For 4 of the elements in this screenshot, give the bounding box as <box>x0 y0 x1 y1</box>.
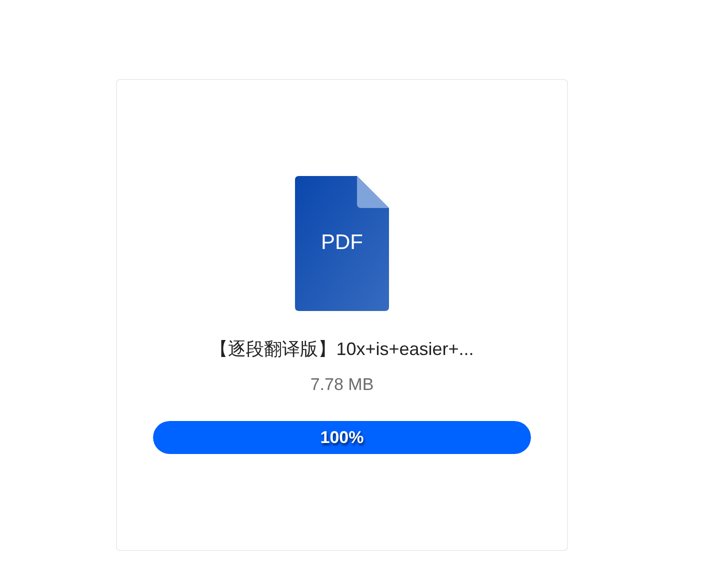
pdf-file-icon: PDF <box>295 176 389 311</box>
file-size: 7.78 MB <box>310 375 374 395</box>
progress-percentage: 100% <box>320 428 364 448</box>
file-name: 【逐段翻译版】10x+is+easier+... <box>210 338 474 361</box>
